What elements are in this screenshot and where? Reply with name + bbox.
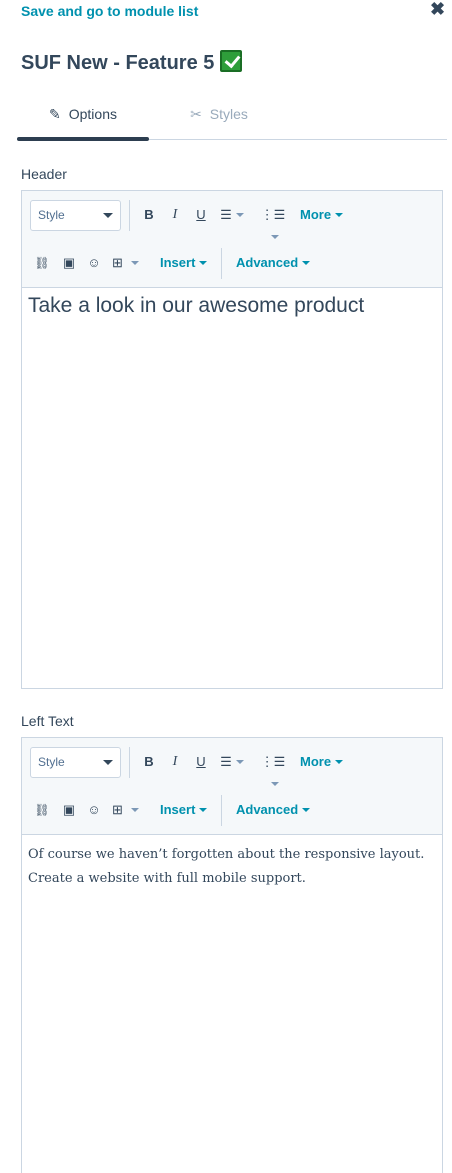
chevron-down-icon [103,213,113,218]
header-field-label: Header [21,166,67,182]
save-and-back-link[interactable]: Save and go to module list [21,3,198,19]
advanced-menu-button[interactable]: Advanced [236,252,318,274]
tab-options-label: Options [68,106,117,122]
toolbar-divider [129,200,130,231]
chevron-down-icon [335,213,344,217]
tab-bar: ✎ Options ✂ Styles [17,96,447,141]
more-menu-button[interactable]: More [300,204,352,226]
tab-styles[interactable]: ✂ Styles [153,96,285,140]
more-menu-button[interactable]: More [300,751,352,773]
chevron-down-icon [199,808,208,812]
emoji-icon[interactable]: ☺ [85,799,103,821]
align-icon[interactable]: ☰ [218,204,246,226]
align-icon[interactable]: ☰ [218,751,246,773]
chevron-down-icon [235,213,244,217]
chevron-down-icon [130,808,139,812]
header-editor: Style B I U ☰ ⋮☰ More ⛓ ▣ ☺ ⊞ Insert Adv… [21,190,443,689]
list-icon[interactable]: ⋮☰ [256,751,290,786]
table-icon[interactable]: ⊞ [112,252,144,274]
insert-label: Insert [160,255,196,270]
toolbar-divider [221,795,222,826]
check-icon [220,50,243,72]
chevron-down-icon [302,808,311,812]
left-text-editor-body[interactable]: Of course we haven’t forgotten about the… [22,835,442,1173]
left-text-editor: Style B I U ☰ ⋮☰ More ⛓ ▣ ☺ ⊞ Insert Adv… [21,737,443,1173]
bold-icon[interactable]: B [140,204,158,226]
toolbar-divider [129,747,130,778]
link-icon[interactable]: ⛓ [34,799,50,821]
style-select-value: Style [38,755,65,769]
tab-options[interactable]: ✎ Options [17,96,149,141]
chevron-down-icon [199,261,208,265]
top-bar: Save and go to module list ✖ [0,0,452,30]
advanced-label: Advanced [236,802,299,817]
left-text-field-label: Left Text [21,713,74,729]
header-content: Take a look in our awesome product [28,294,365,317]
close-icon[interactable]: ✖ [430,0,446,18]
more-label: More [300,207,332,222]
bold-icon[interactable]: B [140,751,158,773]
chevron-down-icon [130,261,139,265]
header-editor-toolbar: Style B I U ☰ ⋮☰ More ⛓ ▣ ☺ ⊞ Insert Adv… [22,191,442,288]
left-text-content: Of course we haven’t forgotten about the… [28,847,425,886]
emoji-icon[interactable]: ☺ [85,252,103,274]
insert-menu-button[interactable]: Insert [160,799,216,821]
left-text-editor-toolbar: Style B I U ☰ ⋮☰ More ⛓ ▣ ☺ ⊞ Insert Adv… [22,738,442,835]
more-label: More [300,754,332,769]
italic-icon[interactable]: I [166,204,184,226]
chevron-down-icon [235,760,244,764]
style-select[interactable]: Style [30,747,121,778]
insert-label: Insert [160,802,196,817]
header-editor-body[interactable]: Take a look in our awesome product [22,288,442,688]
advanced-label: Advanced [236,255,299,270]
insert-menu-button[interactable]: Insert [160,252,216,274]
style-select-value: Style [38,208,65,222]
advanced-menu-button[interactable]: Advanced [236,799,318,821]
underline-icon[interactable]: U [192,751,210,773]
link-icon[interactable]: ⛓ [34,252,50,274]
underline-icon[interactable]: U [192,204,210,226]
module-title: SUF New - Feature 5 [21,50,243,75]
chevron-down-icon [271,235,279,239]
italic-icon[interactable]: I [166,751,184,773]
module-title-text: SUF New - Feature 5 [21,52,215,74]
image-icon[interactable]: ▣ [60,252,78,274]
toolbar-divider [221,248,222,279]
tab-styles-label: Styles [209,106,248,122]
chevron-down-icon [335,760,344,764]
table-icon[interactable]: ⊞ [112,799,144,821]
pencil-icon: ✎ [49,106,61,122]
chevron-down-icon [103,760,113,765]
image-icon[interactable]: ▣ [60,799,78,821]
list-icon[interactable]: ⋮☰ [256,204,290,239]
chevron-down-icon [271,782,279,786]
brush-icon: ✂ [190,106,202,122]
style-select[interactable]: Style [30,200,121,231]
chevron-down-icon [302,261,311,265]
